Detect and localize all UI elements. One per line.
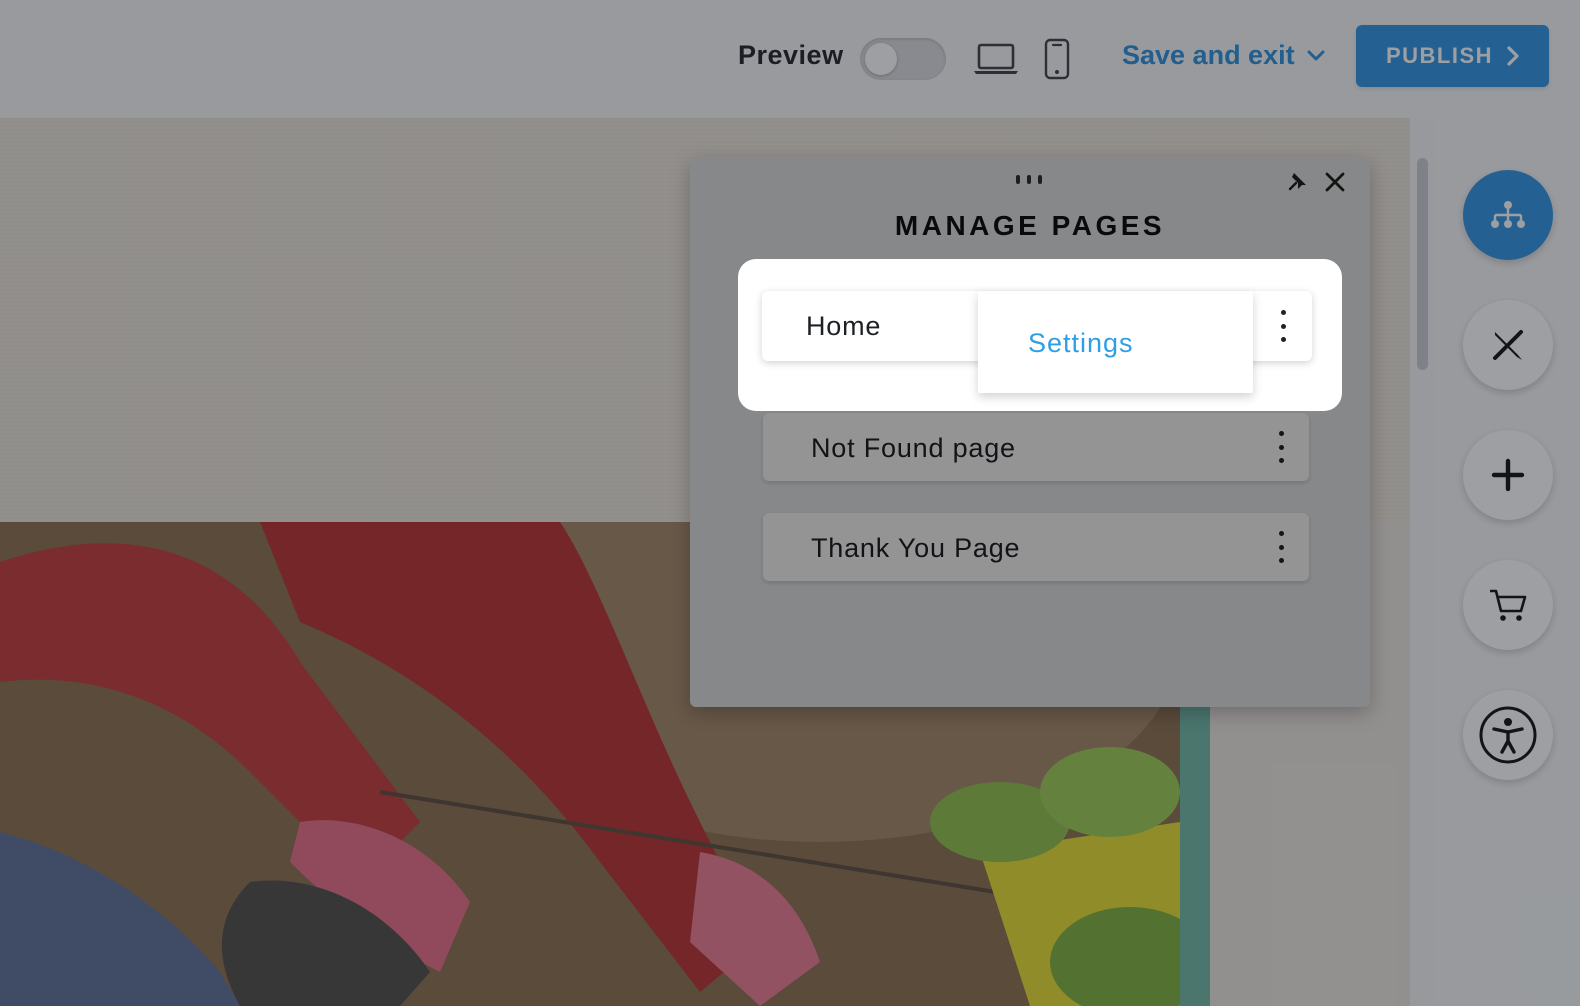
page-row-label: Home — [806, 311, 882, 341]
top-toolbar: Preview Save and exit PUBLISH — [0, 0, 1580, 118]
page-context-menu: Settings — [978, 291, 1253, 393]
sitemap-icon — [1491, 201, 1525, 228]
canvas-scrollbar-thumb[interactable] — [1417, 158, 1428, 370]
close-icon[interactable] — [1324, 171, 1346, 193]
more-options-icon[interactable] — [1277, 531, 1285, 563]
preview-label: Preview — [738, 40, 844, 70]
laptop-icon — [974, 43, 1018, 74]
page-row-label: Not Found page — [811, 433, 1016, 463]
design-tools-icon — [1493, 330, 1523, 360]
pin-icon[interactable] — [1286, 171, 1308, 193]
chevron-down-icon — [1307, 50, 1325, 60]
preview-toggle[interactable] — [860, 38, 946, 80]
save-and-exit-label: Save and exit — [1122, 40, 1295, 70]
publish-label: PUBLISH — [1385, 43, 1494, 68]
more-options-icon[interactable] — [1279, 310, 1287, 342]
manage-pages-button[interactable] — [1463, 170, 1553, 260]
publish-button[interactable]: PUBLISH — [1356, 25, 1549, 87]
page-row-not-found[interactable]: Not Found page — [763, 413, 1309, 481]
dialog-title: MANAGE PAGES — [894, 210, 1166, 241]
drag-handle-icon[interactable] — [1016, 175, 1042, 184]
mobile-icon — [1044, 38, 1070, 80]
manage-pages-dialog: MANAGE PAGES Not Found page Thank You Pa… — [690, 157, 1370, 707]
store-button[interactable] — [1463, 560, 1553, 650]
accessibility-button[interactable] — [1463, 690, 1553, 780]
cart-icon — [1490, 589, 1527, 621]
accessibility-icon — [1479, 706, 1537, 764]
mobile-view-button[interactable] — [1042, 34, 1072, 84]
chevron-right-icon — [1507, 46, 1519, 66]
design-tools-button[interactable] — [1463, 300, 1553, 390]
settings-menu-item[interactable]: Settings — [1028, 328, 1134, 359]
add-element-button[interactable] — [1463, 430, 1553, 520]
plus-icon — [1491, 458, 1525, 492]
page-row-thank-you[interactable]: Thank You Page — [763, 513, 1309, 581]
save-and-exit-button[interactable]: Save and exit — [1122, 40, 1325, 71]
laptop-view-button[interactable] — [972, 34, 1020, 84]
preview-toggle-knob — [865, 43, 897, 75]
page-row-label: Thank You Page — [811, 533, 1021, 563]
more-options-icon[interactable] — [1277, 431, 1285, 463]
